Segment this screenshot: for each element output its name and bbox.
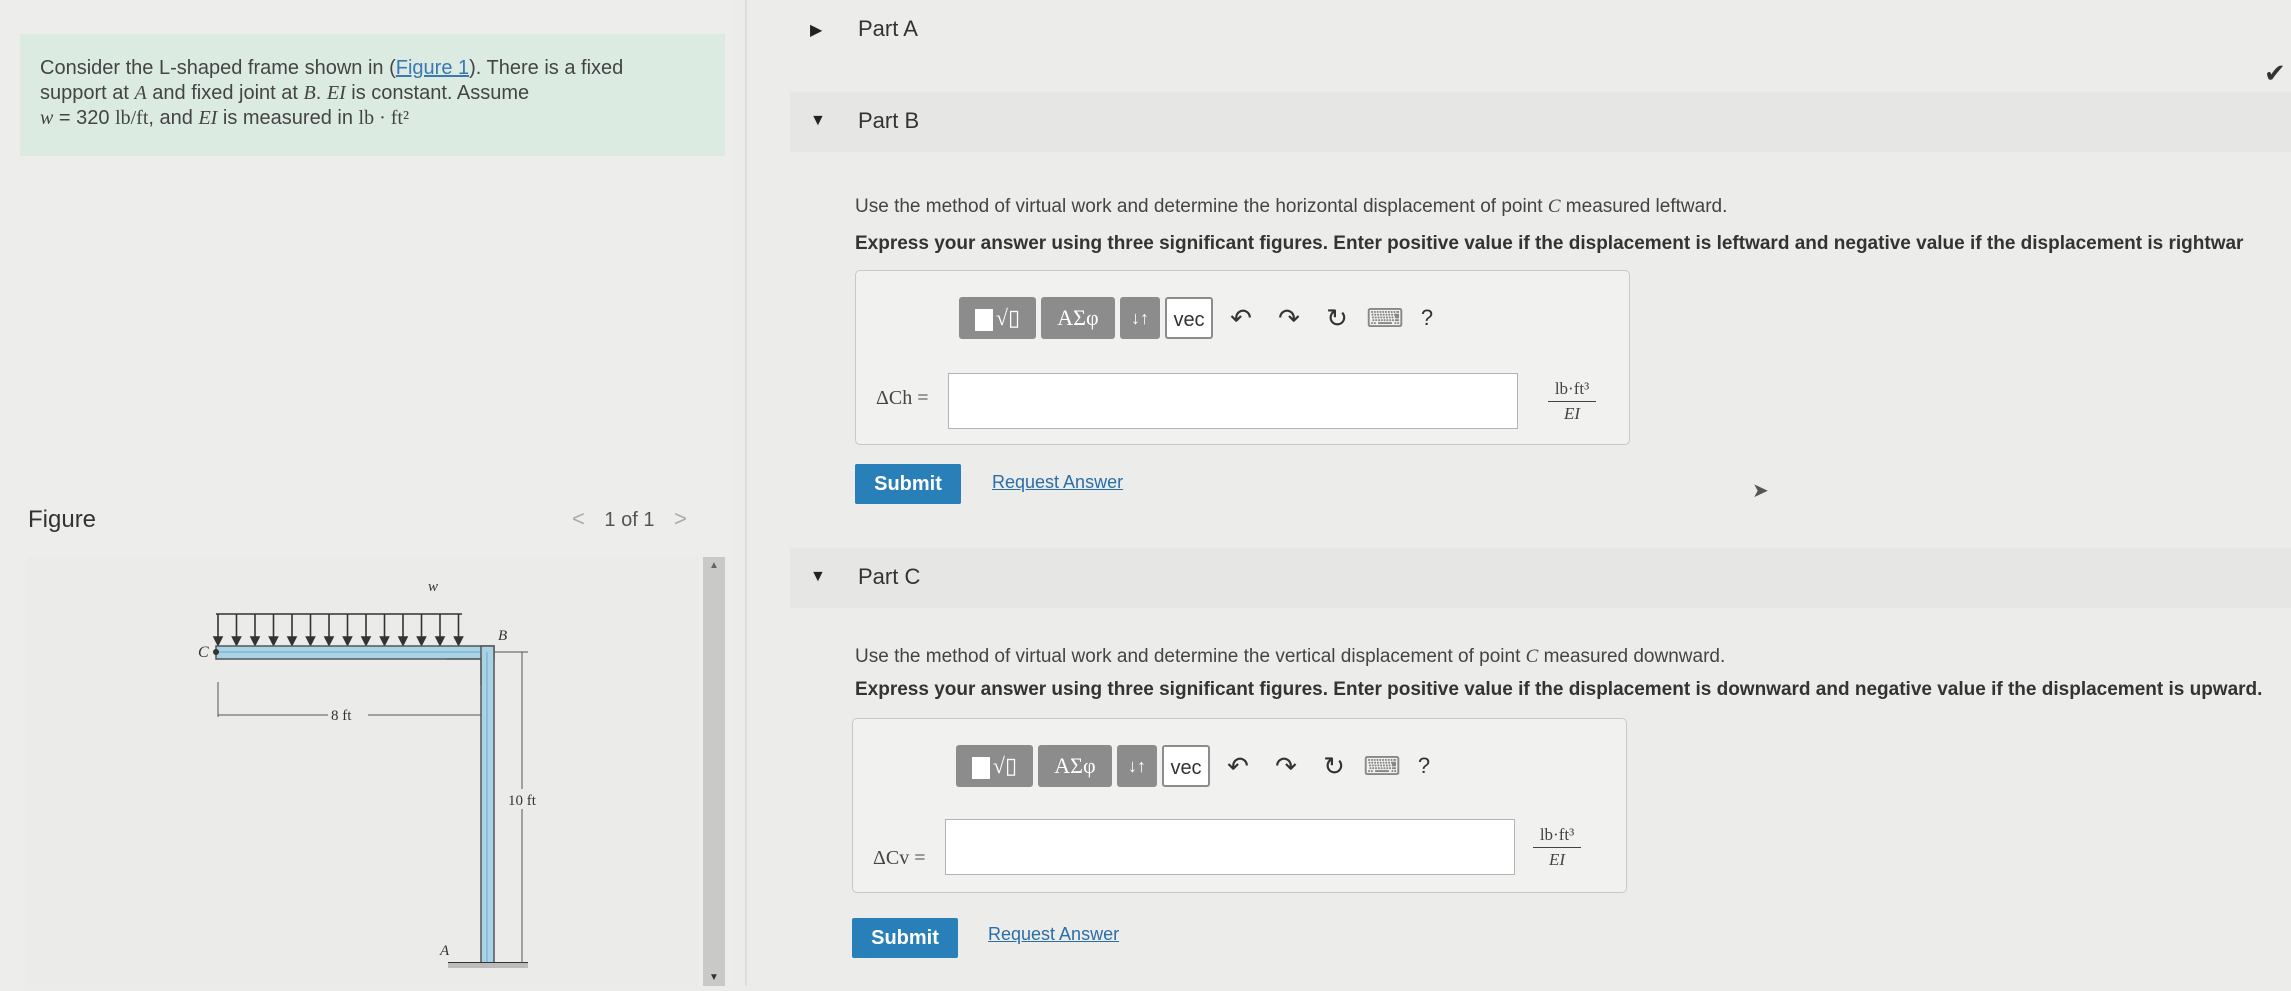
expanded-triangle-icon[interactable]: ▼ [810,112,826,130]
scroll-down-icon[interactable]: ▼ [709,972,719,983]
part-b-instruction: Use the method of virtual work and deter… [855,196,1728,217]
part-b-header[interactable]: ▼ Part B [790,92,2291,152]
part-b-answer-input[interactable] [948,373,1518,429]
scroll-up-icon[interactable]: ▲ [709,560,719,571]
part-b-request-answer-link[interactable]: Request Answer [992,472,1123,493]
part-b-title: Part B [858,108,920,133]
load-arrow-head [286,636,298,647]
arrows-button[interactable]: ↓↑ [1120,297,1160,339]
part-c-unit: lb·ft³ EI [1533,825,1581,870]
mouse-cursor-icon: ➤ [1752,480,1769,502]
part-b-answer-box: √▯ ΑΣφ ↓↑ vec ↶ ↷ ↻ ⌨ ? ΔCh = lb·ft³ EI [855,270,1630,445]
load-arrow-head [453,636,464,647]
undo-icon[interactable]: ↶ [1218,745,1258,787]
redo-icon[interactable]: ↷ [1269,297,1309,339]
part-a-title: Part A [858,16,918,41]
part-b-format-instruction: Express your answer using three signific… [855,233,2244,254]
load-arrow-head [212,636,224,647]
label-b: B [498,628,507,644]
templates-button[interactable]: √▯ [959,297,1036,339]
arrows-button[interactable]: ↓↑ [1117,745,1157,787]
collapsed-triangle-icon[interactable]: ▶ [810,20,822,40]
figure-pager: < 1 of 1 > [572,506,687,532]
next-figure-button[interactable]: > [674,506,687,532]
reset-icon[interactable]: ↻ [1317,297,1357,339]
label-c: C [198,644,209,661]
load-arrow-head [323,636,335,647]
load-arrow-head [342,636,353,647]
templates-button[interactable]: √▯ [956,745,1033,787]
part-c-submit-button[interactable]: Submit [852,918,958,958]
part-c-answer-input[interactable] [945,819,1515,875]
vec-button[interactable]: vec [1165,297,1213,339]
dimension-10ft: 10 ft [508,793,537,809]
figure-image: w C B A 8 ft 10 ft [28,557,698,986]
pager-text: 1 of 1 [604,509,655,531]
point-c [213,649,219,655]
template-icon [971,756,990,779]
help-icon[interactable]: ? [1411,297,1443,339]
joint-bracket [446,658,482,685]
panel-divider [745,0,747,986]
keyboard-icon[interactable]: ⌨ [1362,745,1402,787]
vec-button[interactable]: vec [1162,745,1210,787]
load-arrow-head [249,636,261,647]
part-b-submit-button[interactable]: Submit [855,464,961,504]
load-arrow-head [231,636,242,647]
load-arrow-head [434,636,446,647]
load-arrow-head [360,636,372,647]
part-b-unit: lb·ft³ EI [1548,379,1596,424]
figure-heading: Figure [28,506,97,533]
part-c-format-instruction: Express your answer using three signific… [855,679,2263,700]
part-a-header[interactable]: ▶ Part A [790,0,2291,60]
reset-icon[interactable]: ↻ [1314,745,1354,787]
part-c-instruction: Use the method of virtual work and deter… [855,646,1726,667]
load-arrow-head [397,636,409,647]
frame-diagram: w C B A 8 ft 10 ft [198,579,537,968]
part-b-answer-label: ΔCh = [876,387,929,409]
load-arrow-head [305,636,316,647]
load-arrow-head [416,636,427,647]
check-icon: ✔ [2264,58,2286,88]
figure-scrollbar[interactable]: ▲ ▼ [703,557,725,986]
figure-link[interactable]: Figure 1 [396,57,469,79]
part-c-answer-box: √▯ ΑΣφ ↓↑ vec ↶ ↷ ↻ ⌨ ? ΔCv = lb·ft³ EI [852,718,1627,893]
undo-icon[interactable]: ↶ [1221,297,1261,339]
part-c-header[interactable]: ▼ Part C [790,548,2291,608]
dimension-8ft: 8 ft [331,708,352,724]
prev-figure-button[interactable]: < [572,506,585,532]
left-panel: Consider the L-shaped frame shown in (Fi… [0,0,730,986]
keyboard-icon[interactable]: ⌨ [1365,297,1405,339]
greek-button[interactable]: ΑΣφ [1038,745,1112,787]
load-arrow-head [379,636,390,647]
part-c-request-answer-link[interactable]: Request Answer [988,924,1119,945]
problem-statement: Consider the L-shaped frame shown in (Fi… [20,34,725,156]
load-arrow-head [268,636,279,647]
label-w: w [428,579,438,595]
distributed-load [212,613,464,647]
help-icon[interactable]: ? [1408,745,1440,787]
template-icon [974,308,993,331]
greek-button[interactable]: ΑΣφ [1041,297,1115,339]
part-c-answer-label: ΔCv = [873,847,926,869]
label-a: A [439,943,450,959]
part-c-title: Part C [858,564,921,589]
redo-icon[interactable]: ↷ [1266,745,1306,787]
expanded-triangle-icon[interactable]: ▼ [810,568,826,586]
